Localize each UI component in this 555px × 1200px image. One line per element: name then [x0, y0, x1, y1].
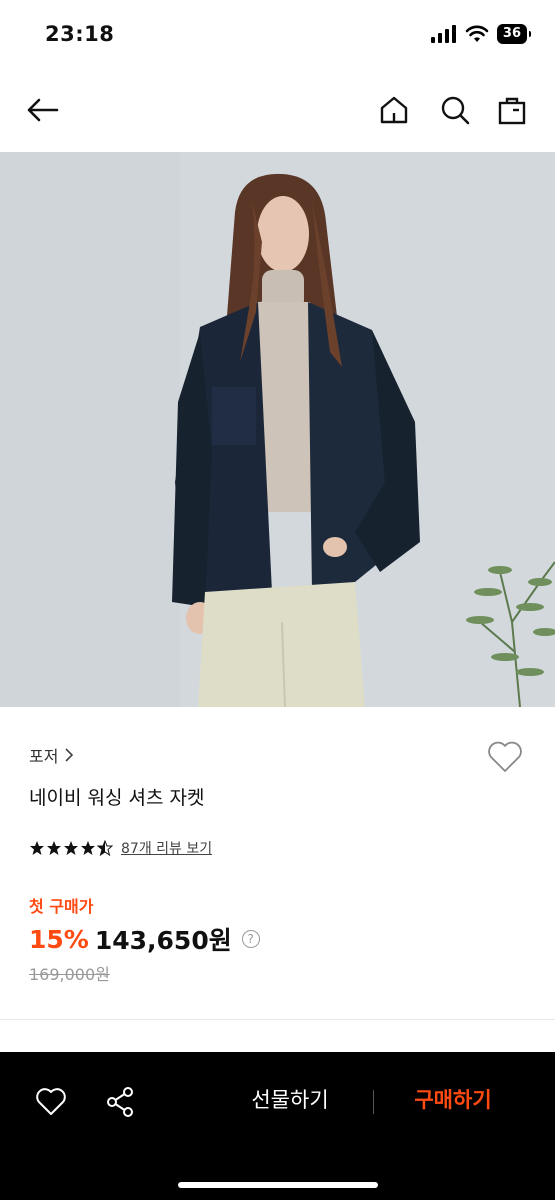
- signal-icon: [430, 25, 456, 43]
- heart-icon: [488, 741, 522, 772]
- gift-button[interactable]: 선물하기: [230, 1084, 350, 1114]
- star-icon: [30, 841, 44, 855]
- bottom-wishlist-button[interactable]: [31, 1082, 71, 1122]
- star-rating: [29, 840, 113, 856]
- shopping-bag-icon: [498, 97, 526, 125]
- search-button[interactable]: [435, 90, 475, 130]
- share-icon: [107, 1087, 133, 1117]
- status-icons: 36: [430, 24, 532, 44]
- product-photo: [0, 152, 555, 707]
- rating-row: 87개 리뷰 보기: [29, 838, 212, 858]
- brand-link[interactable]: 포저: [29, 743, 74, 767]
- brand-name: 포저: [29, 747, 59, 766]
- wishlist-button[interactable]: [485, 737, 525, 777]
- status-bar: 23:18 36: [0, 0, 555, 70]
- star-icon: [47, 841, 61, 855]
- heart-icon: [36, 1088, 66, 1115]
- home-indicator: [178, 1182, 378, 1188]
- price-row: 15% 143,650원 ?: [29, 921, 260, 957]
- divider: [0, 1019, 555, 1020]
- help-icon[interactable]: ?: [241, 930, 260, 948]
- back-button[interactable]: [22, 90, 62, 130]
- home-button[interactable]: [374, 90, 414, 130]
- star-icon: [81, 841, 95, 855]
- divider: [373, 1090, 374, 1114]
- original-price: 169,000원: [29, 965, 110, 984]
- product-image[interactable]: [0, 152, 555, 707]
- chevron-right-icon: [65, 748, 74, 762]
- review-link[interactable]: 87개 리뷰 보기: [121, 838, 212, 858]
- first-purchase-label: 첫 구매가: [29, 897, 94, 916]
- search-icon: [441, 96, 470, 125]
- buy-button[interactable]: 구매하기: [393, 1084, 513, 1114]
- battery-indicator: 36: [496, 24, 532, 44]
- status-time: 23:18: [45, 22, 115, 46]
- cart-button[interactable]: [492, 90, 532, 130]
- product-name: 네이비 워싱 셔츠 자켓: [29, 787, 205, 809]
- share-button[interactable]: [100, 1082, 140, 1122]
- half-star-icon: [97, 840, 113, 856]
- star-icon: [64, 841, 78, 855]
- home-icon: [380, 96, 408, 124]
- top-nav: [0, 80, 555, 140]
- discount-rate: 15%: [29, 924, 89, 954]
- arrow-left-icon: [27, 98, 59, 122]
- bottom-action-bar: 선물하기 구매하기: [0, 1052, 555, 1200]
- wifi-icon: [465, 25, 489, 42]
- sale-price: 143,650원: [94, 926, 232, 955]
